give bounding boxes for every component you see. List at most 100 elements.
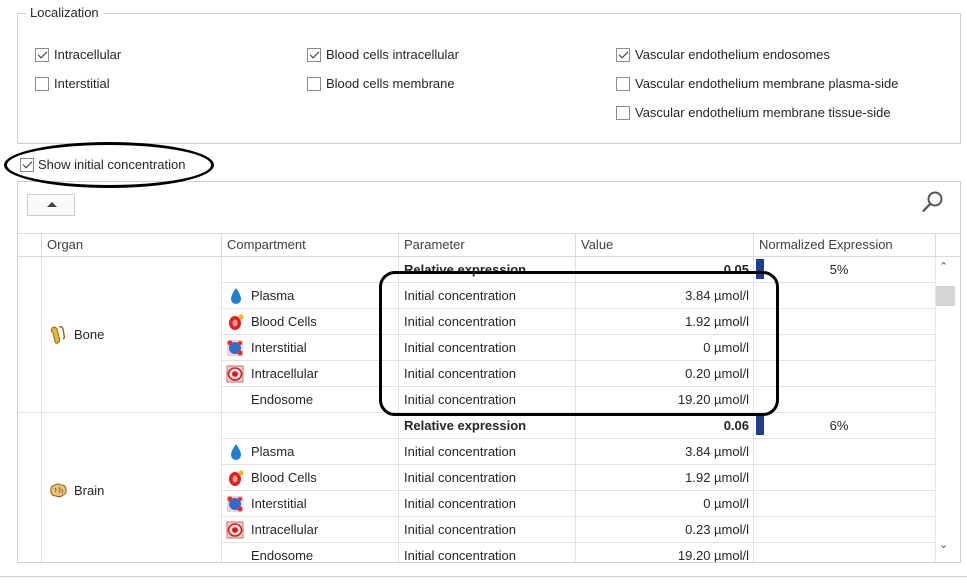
checkbox-box[interactable] [307,76,321,91]
checkbox-vascular-membrane-plasma[interactable]: Vascular endothelium membrane plasma-sid… [616,76,899,91]
brain-icon [50,483,67,497]
compartment-cell [222,257,399,283]
localization-title: Localization [26,5,103,20]
checkbox-blood-cells-intracellular[interactable]: Blood cells intracellular [307,47,459,62]
organ-name: Bone [74,327,105,342]
checkbox-label: Vascular endothelium membrane plasma-sid… [635,76,899,91]
value-cell[interactable]: 1.92 µmol/l [576,465,754,491]
checkbox-box[interactable] [307,47,321,62]
checkbox-box[interactable] [616,105,630,120]
checkbox-box[interactable] [20,157,34,172]
header-scroll-spacer [936,233,960,257]
plasma-icon [231,288,241,304]
compartment-name: Blood Cells [251,314,317,329]
parameter-cell: Initial concentration [399,465,576,491]
checkbox-box[interactable] [35,47,49,62]
scroll-down-arrow-icon[interactable]: ⌄ [939,538,948,551]
expression-grid-panel: Organ Compartment Parameter Value Normal… [17,181,961,563]
value-cell[interactable]: 19.20 µmol/l [576,387,754,413]
checkbox-intracellular[interactable]: Intracellular [35,47,121,62]
parameter-cell: Initial concentration [399,309,576,335]
compartment-cell-blood-cells[interactable]: Blood Cells [222,465,399,491]
compartment-cell-endosome[interactable]: Endosome [222,543,399,563]
column-header-normalized-expression[interactable]: Normalized Expression [754,233,936,257]
intracellular-icon [226,365,244,383]
normalized-expression-cell [754,491,936,517]
collapse-button[interactable] [27,194,75,216]
value-cell[interactable]: 0 µmol/l [576,491,754,517]
checkbox-label: Interstitial [54,76,110,91]
value-cell[interactable]: 0.05 [576,257,754,283]
parameter-cell: Initial concentration [399,335,576,361]
value-cell[interactable]: 0 µmol/l [576,335,754,361]
compartment-name: Plasma [251,288,295,303]
compartment-cell-interstitial[interactable]: Interstitial [222,335,399,361]
scrollbar-thumb[interactable] [936,286,955,306]
value-cell[interactable]: 0.20 µmol/l [576,361,754,387]
checkbox-label: Intracellular [54,47,122,62]
column-header-compartment[interactable]: Compartment [222,233,399,257]
compartment-name: Intracellular [251,522,319,537]
compartment-cell [222,413,399,439]
plasma-icon [231,444,241,460]
blood-cells-icon [229,314,244,330]
compartment-name: Interstitial [251,496,307,511]
compartment-cell-plasma[interactable]: Plasma [222,439,399,465]
parameter-cell: Initial concentration [399,387,576,413]
organ-cell-bone[interactable]: Bone [42,257,222,413]
checkbox-blood-cells-membrane[interactable]: Blood cells membrane [307,76,455,91]
intracellular-icon [226,521,244,539]
checkbox-interstitial[interactable]: Interstitial [35,76,110,91]
value-cell[interactable]: 3.84 µmol/l [576,439,754,465]
column-header-organ[interactable]: Organ [42,233,222,257]
checkbox-vascular-membrane-tissue[interactable]: Vascular endothelium membrane tissue-sid… [616,105,891,120]
show-initial-concentration-checkbox[interactable]: Show initial concentration [20,157,185,172]
column-header-parameter[interactable]: Parameter [399,233,576,257]
organ-cell-brain[interactable]: Brain [42,413,222,562]
compartment-cell-intracellular[interactable]: Intracellular [222,361,399,387]
checkbox-box[interactable] [35,76,49,91]
checkbox-label: Show initial concentration [38,157,186,172]
interstitial-icon [227,340,243,356]
scroll-up-arrow-icon[interactable]: ⌃ [939,260,948,273]
parameter-cell: Initial concentration [399,491,576,517]
value-cell[interactable]: 1.92 µmol/l [576,309,754,335]
value-cell[interactable]: 0.23 µmol/l [576,517,754,543]
organ-name: Brain [74,483,105,498]
normalized-expression-cell [754,517,936,543]
parameter-cell: Initial concentration [399,283,576,309]
column-header-value[interactable]: Value [576,233,754,257]
checkbox-label: Blood cells intracellular [326,47,459,62]
normalized-expression-cell [754,387,936,413]
header-row-indicator [18,233,42,257]
compartment-name: Endosome [251,548,314,563]
parameter-cell: Relative expression [399,413,576,439]
parameter-cell: Initial concentration [399,361,576,387]
checkbox-label: Blood cells membrane [326,76,455,91]
value-cell[interactable]: 3.84 µmol/l [576,283,754,309]
compartment-cell-plasma[interactable]: Plasma [222,283,399,309]
compartment-name: Plasma [251,444,295,459]
blood-cells-icon [229,470,244,486]
value-cell[interactable]: 0.06 [576,413,754,439]
expression-percent: 5% [829,262,849,277]
search-icon[interactable] [921,190,945,214]
value-cell[interactable]: 19.20 µmol/l [576,543,754,562]
row-indicator [18,257,42,413]
normalized-expression-cell [754,309,936,335]
compartment-name: Endosome [251,392,314,407]
normalized-expression-cell [754,361,936,387]
divider [0,576,967,577]
bone-icon [50,325,66,344]
normalized-expression-cell [754,465,936,491]
parameter-cell: Initial concentration [399,439,576,465]
compartment-cell-endosome[interactable]: Endosome [222,387,399,413]
normalized-expression-cell: 6% [754,413,936,439]
checkbox-vascular-endosomes[interactable]: Vascular endothelium endosomes [616,47,830,62]
compartment-name: Blood Cells [251,470,317,485]
checkbox-box[interactable] [616,47,630,62]
compartment-cell-blood-cells[interactable]: Blood Cells [222,309,399,335]
compartment-cell-interstitial[interactable]: Interstitial [222,491,399,517]
checkbox-box[interactable] [616,76,630,91]
compartment-cell-intracellular[interactable]: Intracellular [222,517,399,543]
